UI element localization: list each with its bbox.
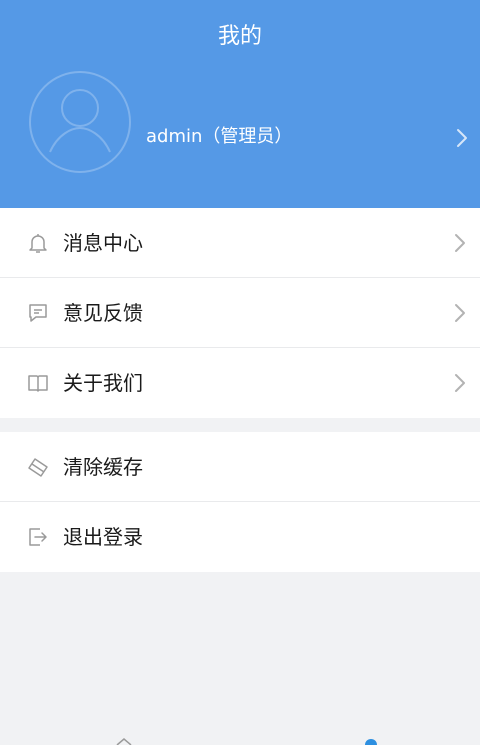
- message-icon: [29, 304, 47, 322]
- menu-item-feedback[interactable]: 意见反馈: [0, 278, 480, 348]
- chevron-right-icon: [455, 234, 465, 252]
- chevron-right-icon: [457, 129, 467, 147]
- menu-item-logout[interactable]: 退出登录: [0, 502, 480, 572]
- profile-icon[interactable]: [362, 737, 380, 745]
- menu-item-message-center[interactable]: 消息中心: [0, 208, 480, 278]
- menu-item-label: 消息中心: [63, 231, 143, 255]
- logout-icon: [29, 528, 47, 546]
- menu-item-label: 意见反馈: [63, 301, 143, 325]
- user-avatar-icon: [29, 71, 131, 173]
- profile-name: admin（管理员）: [146, 126, 293, 147]
- eraser-icon: [28, 458, 48, 477]
- home-icon[interactable]: [115, 737, 133, 745]
- chevron-right-icon: [455, 374, 465, 392]
- bottom-tab-bar: [0, 733, 480, 745]
- menu-group-primary: 消息中心 意见反馈 关于我们: [0, 208, 480, 418]
- bell-icon: [29, 234, 47, 253]
- page-title: 我的: [217, 24, 262, 49]
- menu-item-label: 关于我们: [63, 371, 143, 395]
- chevron-right-icon: [455, 304, 465, 322]
- menu-item-about-us[interactable]: 关于我们: [0, 348, 480, 418]
- book-icon: [28, 375, 48, 392]
- profile-row[interactable]: admin（管理员）: [0, 68, 480, 176]
- profile-header: 我的 admin（管理员）: [0, 0, 480, 208]
- menu-item-label: 退出登录: [63, 525, 143, 549]
- menu-group-secondary: 清除缓存 退出登录: [0, 432, 480, 572]
- menu-item-label: 清除缓存: [63, 455, 143, 479]
- menu-item-clear-cache[interactable]: 清除缓存: [0, 432, 480, 502]
